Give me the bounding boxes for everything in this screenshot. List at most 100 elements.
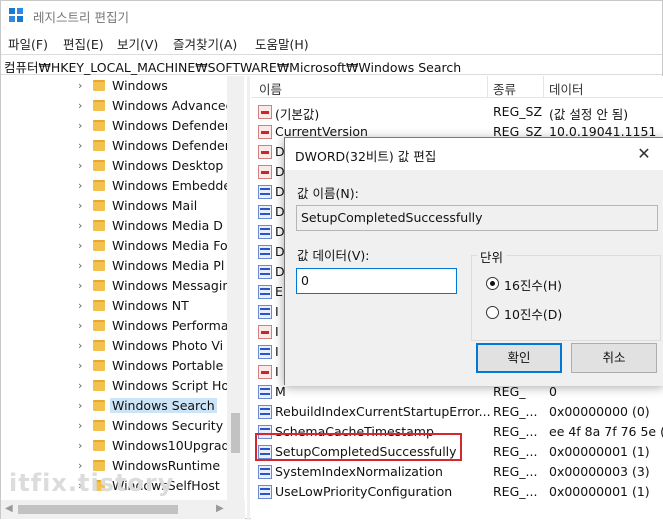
chevron-right-icon[interactable]: ›	[78, 299, 82, 312]
folder-icon	[93, 240, 105, 251]
chevron-right-icon[interactable]: ›	[78, 359, 82, 372]
chevron-right-icon[interactable]: ›	[78, 139, 82, 152]
column-type[interactable]: 종류	[493, 79, 516, 98]
tree-hscroll-thumb[interactable]	[18, 505, 178, 514]
value-data: 0	[549, 384, 557, 399]
chevron-right-icon[interactable]: ›	[78, 219, 82, 232]
value-data-input[interactable]: 0	[296, 268, 457, 294]
tree-item-label: Windows Media Fo	[112, 238, 228, 253]
registry-editor-icon	[9, 8, 25, 24]
binary-value-icon	[258, 465, 272, 479]
folder-icon	[93, 160, 105, 171]
value-data: 0x00000001 (1)	[549, 484, 650, 499]
tree-item[interactable]: › Windows Media Fo	[1, 236, 228, 256]
ok-button[interactable]: 확인	[476, 343, 562, 373]
dec-radio-label[interactable]: 10진수(D)	[504, 304, 562, 323]
value-data: 0x00000000 (0)	[549, 404, 650, 419]
column-name[interactable]: 이름	[259, 79, 282, 98]
value-name-field[interactable]: SetupCompletedSuccessfully	[296, 205, 658, 231]
tree-item[interactable]: › Windows Defender	[1, 116, 230, 136]
list-item[interactable]: (기본값) REG_SZ (값 설정 안 됨)	[251, 102, 663, 122]
tree-item[interactable]: › Windows Desktop	[1, 156, 227, 176]
pane-splitter[interactable]	[247, 76, 250, 520]
tree-item[interactable]: › Windows Portable	[1, 356, 227, 376]
tree-item[interactable]: › Windows	[1, 76, 227, 96]
registry-key-tree[interactable]: › Windows › Windows Advanced › Windows Defend…	[1, 76, 245, 500]
menu-favorites[interactable]: 즐겨찾기(A)	[173, 34, 237, 53]
tree-item[interactable]: › Windows Media Pl	[1, 256, 227, 276]
base-groupbox: 단위 16진수(H) 10진수(D)	[471, 247, 661, 341]
value-data: 0x00000003 (3)	[549, 464, 650, 479]
chevron-right-icon[interactable]: ›	[78, 379, 82, 392]
dec-radio[interactable]	[486, 306, 499, 319]
chevron-right-icon[interactable]: ›	[78, 239, 82, 252]
title-bar: 레지스트리 편집기	[1, 1, 662, 31]
hex-radio[interactable]	[486, 277, 499, 290]
tree-scroll-thumb[interactable]	[231, 413, 240, 453]
list-item[interactable]: RebuildIndexCurrentStartupError... REG_..…	[251, 402, 663, 422]
chevron-right-icon[interactable]: ›	[78, 79, 82, 92]
tree-horizontal-scrollbar[interactable]: ◀ ▶	[1, 500, 245, 519]
menu-view[interactable]: 보기(V)	[117, 34, 158, 53]
address-path[interactable]: 컴퓨터₩HKEY_LOCAL_MACHINE₩SOFTWARE₩Microsof…	[4, 57, 461, 76]
value-name: (기본값)	[275, 107, 320, 122]
address-bar[interactable]: 컴퓨터₩HKEY_LOCAL_MACHINE₩SOFTWARE₩Microsof…	[1, 54, 662, 75]
tree-item[interactable]: › Windows Messagin	[1, 276, 230, 296]
tree-item[interactable]: › Windows Media D	[1, 216, 227, 236]
scroll-right-arrow-icon[interactable]: ▶	[216, 503, 224, 514]
value-name: E	[275, 284, 283, 299]
value-name: I	[275, 324, 279, 339]
value-data: ee 4f 8a 7f 76 5e (	[549, 424, 663, 439]
scroll-left-arrow-icon[interactable]: ◀	[5, 503, 13, 514]
chevron-right-icon[interactable]: ›	[78, 319, 82, 332]
chevron-right-icon[interactable]: ›	[78, 419, 82, 432]
chevron-right-icon[interactable]: ›	[78, 159, 82, 172]
chevron-right-icon[interactable]: ›	[78, 119, 82, 132]
tree-item[interactable]: › Windows10Upgrad	[1, 436, 229, 456]
value-name: I	[275, 304, 279, 319]
folder-icon	[93, 380, 105, 391]
hex-radio-label[interactable]: 16진수(H)	[504, 275, 562, 294]
tree-item[interactable]: › Windows Advanced	[1, 96, 234, 116]
tree-item[interactable]: › Windows Security	[1, 416, 227, 436]
folder-icon	[93, 400, 105, 411]
tree-item[interactable]: › Windows Photo Vi	[1, 336, 227, 356]
chevron-right-icon[interactable]: ›	[78, 179, 82, 192]
chevron-right-icon[interactable]: ›	[78, 439, 82, 452]
tree-item[interactable]: › Windows Mail	[1, 196, 227, 216]
binary-value-icon	[258, 405, 272, 419]
chevron-right-icon[interactable]: ›	[78, 199, 82, 212]
chevron-right-icon[interactable]: ›	[78, 99, 82, 112]
value-data: 0x00000001 (1)	[549, 444, 650, 459]
tree-item[interactable]: › Windows Defender	[1, 136, 230, 156]
list-item[interactable]: SystemIndexNormalization REG_... 0x0000000…	[251, 462, 663, 482]
folder-icon	[93, 120, 105, 131]
value-type: REG_...	[493, 484, 538, 499]
menu-edit[interactable]: 편집(E)	[63, 34, 104, 53]
value-type: REG_	[493, 384, 526, 399]
string-value-icon	[258, 165, 272, 179]
column-data[interactable]: 데이터	[549, 79, 584, 98]
tree-item[interactable]: › Windows Script Ho	[1, 376, 229, 396]
chevron-right-icon[interactable]: ›	[78, 279, 82, 292]
menu-file[interactable]: 파일(F)	[8, 34, 48, 53]
binary-value-icon	[258, 345, 272, 359]
chevron-right-icon[interactable]: ›	[78, 339, 82, 352]
list-item[interactable]: UseLowPriorityConfiguration REG_... 0x0000…	[251, 482, 663, 502]
tree-item[interactable]: › Windows Performa	[1, 316, 229, 336]
menu-help[interactable]: 도움말(H)	[255, 34, 309, 53]
chevron-right-icon[interactable]: ›	[78, 399, 82, 412]
chevron-right-icon[interactable]: ›	[78, 259, 82, 272]
tree-item[interactable]: › Windows Search	[1, 396, 227, 416]
close-icon[interactable]: ✕	[631, 141, 657, 167]
string-value-icon	[258, 125, 272, 139]
tree-item-label: Windows Advanced	[112, 98, 234, 113]
tree-item[interactable]: › Windows NT	[1, 296, 227, 316]
highlight-box	[255, 433, 462, 461]
value-name: UseLowPriorityConfiguration	[275, 484, 453, 499]
tree-item[interactable]: › Windows Embedded	[1, 176, 239, 196]
cancel-button[interactable]: 취소	[571, 343, 657, 373]
value-name-label: 값 이름(N):	[297, 186, 359, 201]
value-type: REG_...	[493, 424, 538, 439]
tree-vertical-scrollbar[interactable]	[227, 76, 244, 500]
